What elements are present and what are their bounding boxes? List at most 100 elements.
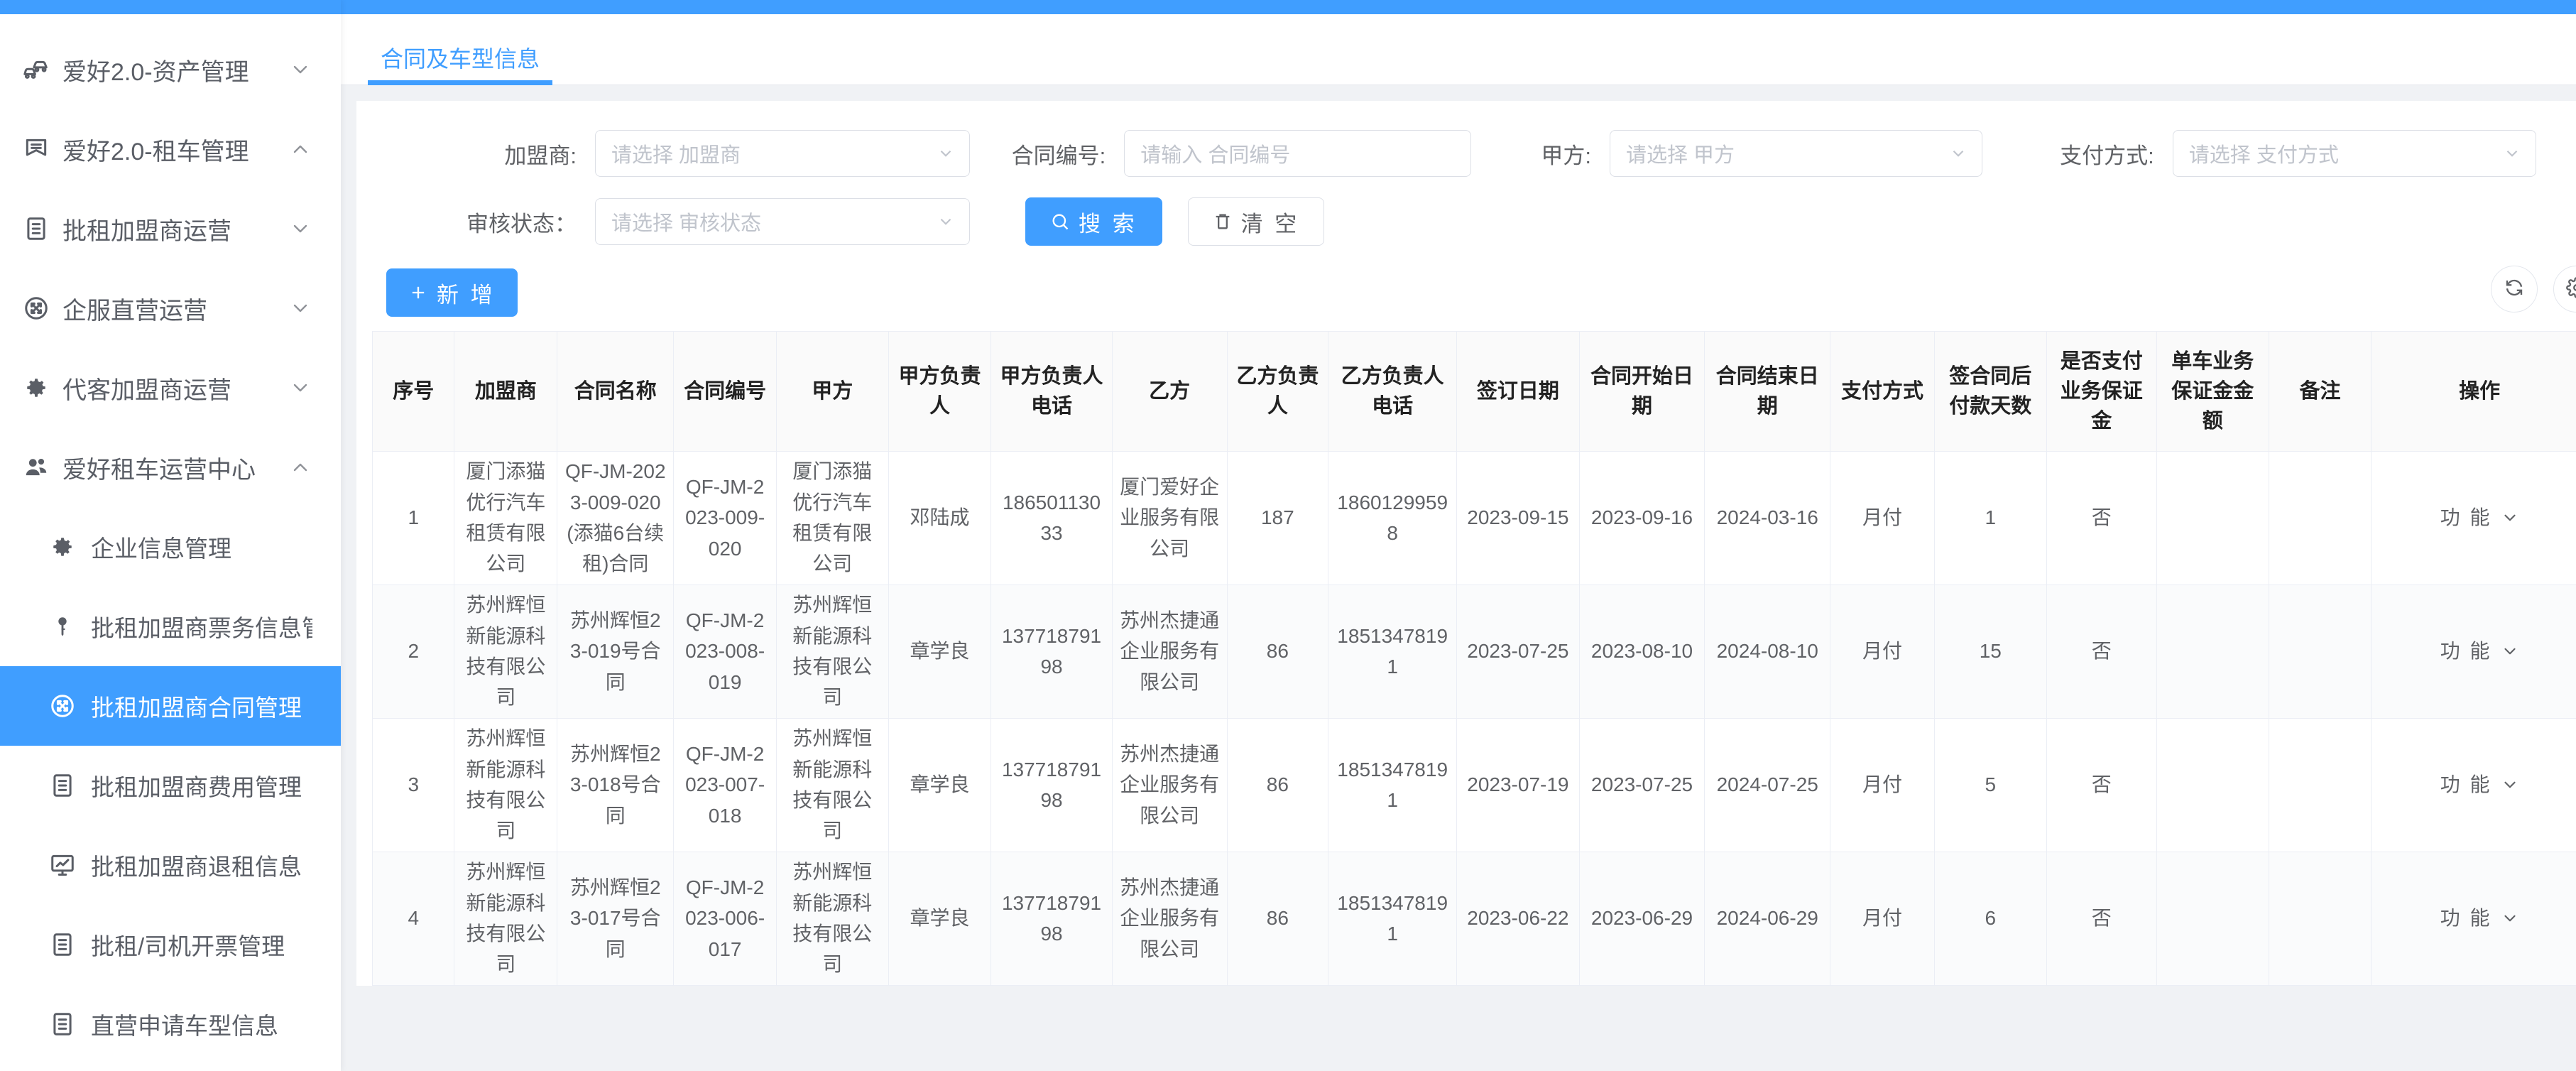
contracts-table: 序号 加盟商 合同名称 合同编号 甲方 甲方负责人 甲方负责人电话 乙方 乙方负责人 乙方负责人电… (372, 331, 2576, 986)
clipboard-icon (20, 215, 53, 242)
table-cell: 2023-07-25 (1579, 718, 1705, 852)
row-function-label: 功 能 (2440, 506, 2492, 529)
table-col-header: 单车业务保证金金额 (2156, 332, 2269, 452)
sidebar-item-爱好20资产管理[interactable]: 爱好2.0-资产管理 (0, 30, 341, 109)
select-audit-status[interactable]: 请选择 审核状态 (595, 198, 970, 245)
row-function-button[interactable]: 功 能 (2440, 769, 2519, 800)
table-col-header: 甲方 (776, 332, 889, 452)
table-cell: 厦门爱好企业服务有限公司 (1112, 451, 1228, 585)
sidebar-item-直租司机信息管理[interactable]: 直租司机信息管理 (0, 1064, 341, 1071)
search-button[interactable]: 搜 索 (1025, 197, 1162, 246)
table-col-header: 合同编号 (673, 332, 777, 452)
table-cell: 苏州辉恒新能源科技有限公司 (776, 718, 889, 852)
table-col-header: 备注 (2269, 332, 2372, 452)
sidebar-item-爱好租车运营中心[interactable]: 爱好租车运营中心 (0, 428, 341, 507)
table-cell: 86 (1227, 585, 1329, 719)
table-col-header: 操作 (2371, 332, 2576, 452)
sidebar-item-爱好20租车管理[interactable]: 爱好2.0-租车管理 (0, 109, 341, 189)
sidebar-item-批租加盟商运营[interactable]: 批租加盟商运营 (0, 189, 341, 268)
table-cell: 章学良 (888, 585, 992, 719)
form-item-payment-method: 支付方式: 请选择 支付方式 (1982, 130, 2536, 177)
table-cell: QF-JM-2023-007-018 (673, 718, 777, 852)
sidebar-nav: 爱好2.0-资产管理爱好2.0-租车管理 批租加盟商运营企服直营运营 代客加盟商运营… (0, 14, 341, 1071)
sidebar-item-批租司机开票管理[interactable]: 批租/司机开票管理 (0, 905, 341, 984)
table-cell: 13771879198 (990, 718, 1113, 852)
table-body: 1 厦门添猫优行汽车租赁有限公司 QF-JM-2023-009-020(添猫6台续租… (373, 451, 2576, 986)
chevron-down-icon (2501, 642, 2519, 660)
sidebar-item-批租加盟商退租信息[interactable]: 批租加盟商退租信息 (0, 825, 341, 905)
table-cell: 2024-07-25 (1704, 718, 1831, 852)
table-cell: 苏州辉恒23-017号合同 (557, 852, 675, 986)
plus-icon (408, 283, 428, 303)
chevron-down-icon (288, 58, 312, 81)
sidebar-item-企业信息管理[interactable]: 企业信息管理 (0, 507, 341, 587)
table-cell: 2023-08-10 (1579, 585, 1705, 719)
select-party-a-placeholder: 请选择 甲方 (1625, 144, 1735, 167)
row-function-button[interactable]: 功 能 (2440, 502, 2519, 533)
cars-icon (20, 56, 53, 83)
table-cell: 13771879198 (990, 585, 1113, 719)
table-cell: 1 (373, 451, 455, 585)
sidebar-item-批租加盟商票务信息管理[interactable]: 批租加盟商票务信息管理 (0, 587, 341, 666)
table-cell: 2023-07-25 (1456, 585, 1580, 719)
table-cell: 18601299598 (1328, 451, 1458, 585)
add-button-label: 新 增 (437, 282, 496, 308)
label-party-a: 甲方: (1541, 143, 1591, 168)
chevron-down-icon (2501, 776, 2519, 794)
sidebar-item-批租加盟商费用管理[interactable]: 批租加盟商费用管理 (0, 746, 341, 825)
sidebar-item-直营申请车型信息[interactable]: 直营申请车型信息 (0, 984, 341, 1064)
table-cell: QF-JM-2023-006-017 (673, 852, 777, 986)
table-col-header: 合同开始日期 (1579, 332, 1705, 452)
table-cell: 4 (373, 852, 455, 986)
gear-icon (47, 535, 78, 559)
refresh-button[interactable] (2491, 266, 2538, 312)
table-cell: 邓陆成 (888, 451, 992, 585)
sidebar-item-批租加盟商合同管理[interactable]: 批租加盟商合同管理 (0, 666, 341, 746)
sidebar-item-代客加盟商运营[interactable]: 代客加盟商运营 (0, 348, 341, 428)
table-cell: 18513478191 (1328, 585, 1458, 719)
clear-button[interactable]: 清 空 (1187, 197, 1325, 246)
table-cell: 苏州杰捷通企业服务有限公司 (1112, 852, 1228, 986)
sidebar-item-企服直营运营[interactable]: 企服直营运营 (0, 268, 341, 348)
table-col-header: 合同结束日期 (1704, 332, 1831, 452)
clipboard-icon (47, 772, 78, 799)
table-cell-action: 功 能 (2371, 585, 2576, 719)
sidebar-item-label: 批租/司机开票管理 (91, 933, 285, 959)
table-cell (2156, 585, 2269, 719)
chevron-down-icon (288, 376, 312, 399)
select-party-a[interactable]: 请选择 甲方 (1609, 130, 1982, 177)
table-cell: 86 (1227, 718, 1329, 852)
table-cell: 苏州辉恒新能源科技有限公司 (454, 585, 558, 719)
form-item-franchisee: 加盟商: 请选择 加盟商 (356, 130, 974, 177)
sidebar-item-label: 爱好2.0-租车管理 (62, 138, 249, 165)
row-function-button[interactable]: 功 能 (2440, 903, 2519, 933)
table-cell: 苏州辉恒新能源科技有限公司 (454, 852, 558, 986)
add-button[interactable]: 新 增 (386, 268, 518, 317)
select-franchisee-placeholder: 请选择 加盟商 (611, 144, 741, 167)
app-root: 爱好2.0-资产管理爱好2.0-租车管理 批租加盟商运营企服直营运营 代客加盟商运营… (0, 0, 2576, 1071)
users-icon (20, 454, 53, 481)
select-payment-method[interactable]: 请选择 支付方式 (2172, 130, 2536, 177)
row-function-button[interactable]: 功 能 (2440, 636, 2519, 666)
table-cell-action: 功 能 (2371, 852, 2576, 986)
table-cell: 苏州杰捷通企业服务有限公司 (1112, 585, 1228, 719)
refresh-icon (2504, 277, 2525, 302)
tab-bar: 合同及车型信息 (341, 14, 2576, 85)
tab-contract-and-vehicle-info[interactable]: 合同及车型信息 (368, 48, 553, 85)
table-header-row: 序号 加盟商 合同名称 合同编号 甲方 甲方负责人 甲方负责人电话 乙方 乙方负责人 乙方负责人电… (373, 332, 2576, 452)
sidebar-item-label: 批租加盟商运营 (62, 217, 231, 245)
table-cell: 否 (2046, 585, 2158, 719)
input-contract-no[interactable]: 请输入 合同编号 (1124, 130, 1471, 177)
sidebar-item-label: 批租加盟商票务信息管理 (91, 615, 312, 641)
table-cell: QF-JM-2023-008-019 (673, 585, 777, 719)
select-franchisee[interactable]: 请选择 加盟商 (595, 130, 970, 177)
table-cell: 厦门添猫优行汽车租赁有限公司 (454, 451, 558, 585)
sidebar-item-label: 批租加盟商费用管理 (91, 774, 302, 800)
sidebar: 爱好2.0-资产管理爱好2.0-租车管理 批租加盟商运营企服直营运营 代客加盟商运营… (0, 0, 341, 1071)
table-cell: 2023-09-16 (1579, 451, 1705, 585)
table-cell: 18513478191 (1328, 852, 1458, 986)
column-settings-button[interactable] (2553, 266, 2576, 312)
chevron-up-icon (288, 138, 312, 161)
table-cell: QF-JM-2023-009-020(添猫6台续租)合同 (557, 451, 675, 585)
expand-circle-icon (20, 295, 53, 322)
